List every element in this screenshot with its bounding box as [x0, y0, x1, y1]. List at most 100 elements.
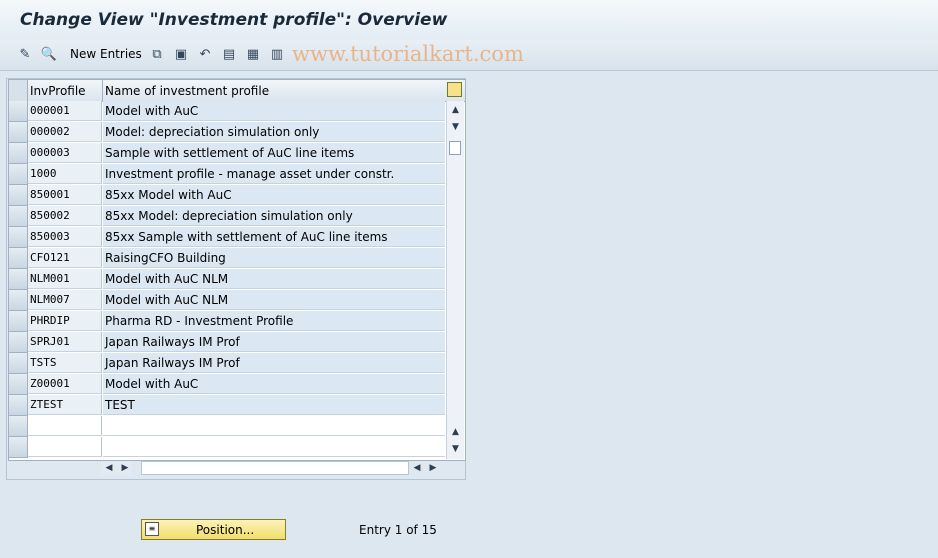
row-selector[interactable] — [9, 206, 28, 227]
invprofile-cell[interactable]: 000002 — [28, 122, 102, 142]
deselect-all-icon[interactable]: ▥ — [268, 45, 286, 63]
scroll-left-icon[interactable]: ◀ — [103, 461, 115, 475]
table-row[interactable]: 000003 Sample with settlement of AuC line… — [9, 143, 445, 164]
invprofile-cell[interactable]: 000001 — [28, 101, 102, 121]
invprofile-cell[interactable]: 850002 — [28, 206, 102, 226]
row-selector[interactable] — [9, 332, 28, 353]
table-row[interactable]: 850002 85xx Model: depreciation simulatio… — [9, 206, 445, 227]
copy-icon[interactable]: ⧉ — [148, 45, 166, 63]
scroll-page-up-icon[interactable]: ▲ — [449, 426, 462, 439]
profile-name-cell[interactable]: Model with AuC NLM — [103, 290, 445, 310]
profile-name-cell[interactable]: 85xx Model with AuC — [103, 185, 445, 205]
scroll-page-down-icon[interactable]: ▼ — [449, 443, 462, 456]
table-row[interactable]: CFO121 RaisingCFO Building — [9, 248, 445, 269]
profile-name-cell[interactable]: 85xx Model: depreciation simulation only — [103, 206, 445, 226]
row-selector[interactable] — [9, 437, 28, 458]
column-header-invprofile[interactable]: InvProfile — [30, 84, 86, 98]
select-all-icon[interactable]: ▤ — [220, 45, 238, 63]
scroll-down-icon[interactable]: ▼ — [449, 121, 462, 134]
table-row[interactable]: 000001 Model with AuC — [9, 101, 445, 122]
invprofile-cell[interactable] — [28, 437, 102, 457]
profile-name-cell[interactable]: Model: depreciation simulation only — [103, 122, 445, 142]
invprofile-cell[interactable] — [28, 416, 102, 436]
profile-name-cell[interactable]: 85xx Sample with settlement of AuC line … — [103, 227, 445, 247]
select-block-icon[interactable]: ▦ — [244, 45, 262, 63]
application-toolbar: ✎ 🔍 New Entries ⧉ ▣ ↶ ▤ ▦ ▥ www.tutorial… — [0, 40, 938, 71]
delete-icon[interactable]: ▣ — [172, 45, 190, 63]
table-row[interactable]: 000002 Model: depreciation simulation onl… — [9, 122, 445, 143]
row-selector[interactable] — [9, 311, 28, 332]
row-selector[interactable] — [9, 143, 28, 164]
invprofile-cell[interactable]: 1000 — [28, 164, 102, 184]
scroll-right-icon[interactable]: ▶ — [119, 461, 131, 475]
invprofile-cell[interactable]: SPRJ01 — [28, 332, 102, 352]
invprofile-cell[interactable]: TSTS — [28, 353, 102, 373]
display-icon[interactable]: 🔍 — [40, 45, 58, 63]
invprofile-cell[interactable]: 850003 — [28, 227, 102, 247]
profile-name-cell[interactable]: Sample with settlement of AuC line items — [103, 143, 445, 163]
row-selector[interactable] — [9, 227, 28, 248]
table-header: InvProfile Name of investment profile — [9, 80, 465, 102]
row-selector[interactable] — [9, 353, 28, 374]
profile-name-cell[interactable]: RaisingCFO Building — [103, 248, 445, 268]
profile-name-cell[interactable]: Model with AuC — [103, 374, 445, 394]
row-selector[interactable] — [9, 248, 28, 269]
row-selector[interactable] — [9, 374, 28, 395]
profile-name-cell[interactable] — [103, 437, 445, 457]
table-row[interactable]: PHRDIP Pharma RD - Investment Profile — [9, 311, 445, 332]
invprofile-cell[interactable]: NLM001 — [28, 269, 102, 289]
horizontal-track[interactable] — [141, 461, 409, 475]
select-all-cell[interactable] — [9, 80, 28, 101]
undo-icon[interactable]: ↶ — [196, 45, 214, 63]
profile-name-cell[interactable]: TEST — [103, 395, 445, 415]
position-button[interactable]: ≡ Position... — [141, 519, 286, 540]
profile-name-cell[interactable]: Pharma RD - Investment Profile — [103, 311, 445, 331]
table-row[interactable]: 850001 85xx Model with AuC — [9, 185, 445, 206]
table-settings-icon[interactable] — [447, 82, 462, 97]
table-row[interactable]: NLM001 Model with AuC NLM — [9, 269, 445, 290]
profile-name-cell[interactable]: Investment profile - manage asset under … — [103, 164, 445, 184]
column-header-name[interactable]: Name of investment profile — [105, 84, 269, 98]
position-label: Position... — [196, 523, 255, 537]
invprofile-cell[interactable]: 850001 — [28, 185, 102, 205]
entry-counter: Entry 1 of 15 — [359, 523, 437, 537]
invprofile-cell[interactable]: ZTEST — [28, 395, 102, 415]
profile-name-cell[interactable]: Model with AuC NLM — [103, 269, 445, 289]
scroll-up-icon[interactable]: ▲ — [449, 104, 462, 117]
new-entries-button[interactable]: New Entries — [70, 47, 142, 61]
row-selector[interactable] — [9, 122, 28, 143]
table-row[interactable]: ZTEST TEST — [9, 395, 445, 416]
invprofile-cell[interactable]: 000003 — [28, 143, 102, 163]
row-selector[interactable] — [9, 185, 28, 206]
profile-table: InvProfile Name of investment profile 00… — [8, 79, 466, 461]
horizontal-scrollbar[interactable]: ◀ ▶ ◀ ▶ — [101, 461, 441, 475]
profile-name-cell[interactable] — [103, 416, 445, 436]
invprofile-cell[interactable]: CFO121 — [28, 248, 102, 268]
table-row[interactable] — [9, 416, 445, 437]
invprofile-cell[interactable]: NLM007 — [28, 290, 102, 310]
table-row[interactable]: SPRJ01 Japan Railways IM Prof — [9, 332, 445, 353]
table-row[interactable]: 850003 85xx Sample with settlement of AuC… — [9, 227, 445, 248]
row-selector[interactable] — [9, 395, 28, 416]
table-row[interactable]: NLM007 Model with AuC NLM — [9, 290, 445, 311]
row-selector[interactable] — [9, 416, 28, 437]
profile-name-cell[interactable]: Model with AuC — [103, 101, 445, 121]
table-row[interactable] — [9, 437, 445, 458]
invprofile-cell[interactable]: Z00001 — [28, 374, 102, 394]
invprofile-cell[interactable]: PHRDIP — [28, 311, 102, 331]
table-row[interactable]: Z00001 Model with AuC — [9, 374, 445, 395]
row-selector[interactable] — [9, 101, 28, 122]
row-selector[interactable] — [9, 290, 28, 311]
profile-name-cell[interactable]: Japan Railways IM Prof — [103, 332, 445, 352]
display-change-icon[interactable]: ✎ — [16, 45, 34, 63]
vertical-scrollbar[interactable]: ▲ ▼ ▲ ▼ — [446, 101, 464, 459]
table-row[interactable]: TSTS Japan Railways IM Prof — [9, 353, 445, 374]
scroll-thumb[interactable] — [449, 141, 461, 155]
scroll-left-2-icon[interactable]: ◀ — [411, 461, 423, 475]
row-selector[interactable] — [9, 164, 28, 185]
page-title: Change View "Investment profile": Overvi… — [20, 10, 448, 30]
scroll-right-2-icon[interactable]: ▶ — [427, 461, 439, 475]
row-selector[interactable] — [9, 269, 28, 290]
table-row[interactable]: 1000 Investment profile - manage asset un… — [9, 164, 445, 185]
profile-name-cell[interactable]: Japan Railways IM Prof — [103, 353, 445, 373]
